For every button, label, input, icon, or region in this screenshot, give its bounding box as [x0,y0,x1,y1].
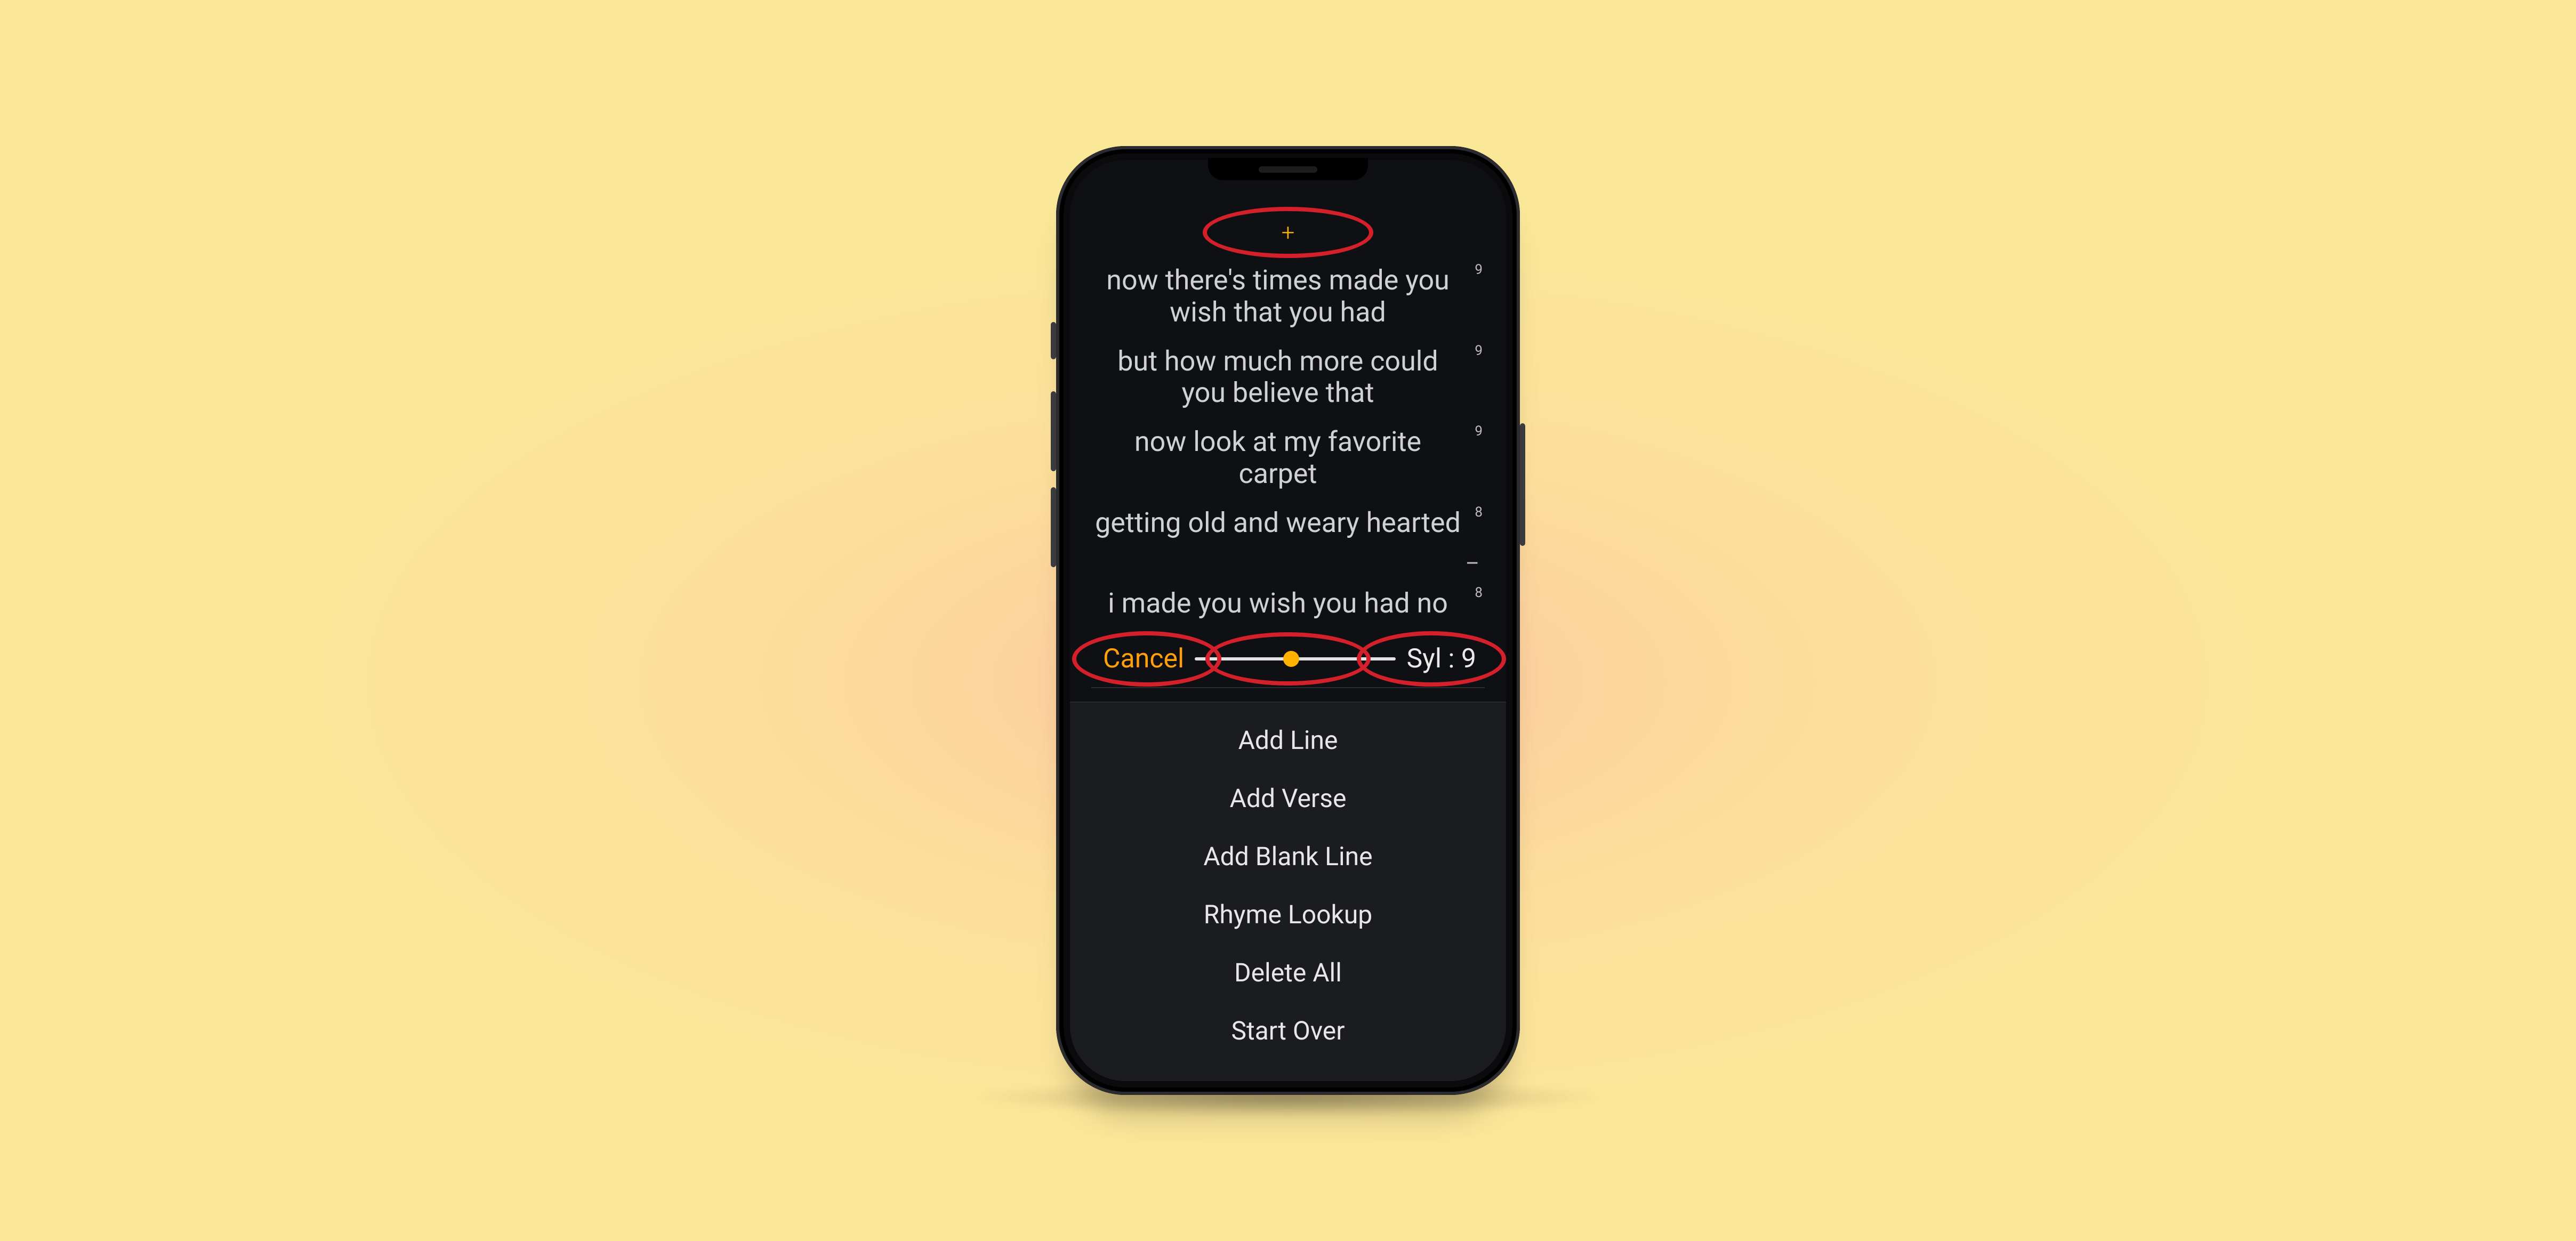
lyric-text: now there's times made you wish that you… [1106,264,1450,328]
lyric-syllable-count: 9 [1475,343,1483,359]
power-button [1520,423,1525,546]
blank-line-marker[interactable]: – [1082,547,1494,579]
syllable-slider[interactable] [1195,647,1396,671]
app-screen: + now there's times made you wish that y… [1070,160,1506,1081]
lyric-syllable-count: 8 [1475,505,1483,521]
menu-item-add-blank-line[interactable]: Add Blank Line [1070,827,1506,885]
menu-item-add-line[interactable]: Add Line [1070,711,1506,769]
action-sheet: Add Line Add Verse Add Blank Line Rhyme … [1070,702,1506,1081]
lyric-line[interactable]: i made you wish you had no 8 [1082,579,1494,628]
lyric-line[interactable]: now look at my favorite carpet 9 [1082,417,1494,498]
lyric-line[interactable]: but how much more could you believe that… [1082,337,1494,418]
menu-item-start-over[interactable]: Start Over [1070,1002,1506,1060]
cancel-button[interactable]: Cancel [1103,643,1184,674]
lyric-line[interactable]: now there's times made you wish that you… [1082,256,1494,337]
lyric-syllable-count: 8 [1475,585,1483,601]
plus-icon: + [1282,221,1295,244]
syllable-control-row: Cancel Syl : 9 [1082,630,1494,688]
syllable-count-label: Syl : 9 [1406,643,1476,674]
lyric-text: i made you wish you had no [1108,587,1448,619]
lyric-text: now look at my favorite carpet [1134,425,1421,490]
slider-thumb[interactable] [1283,651,1299,667]
phone-notch [1208,158,1368,180]
phone-stage: + now there's times made you wish that y… [1056,146,1520,1095]
lyric-line[interactable]: getting old and weary hearted 8 [1082,498,1494,547]
menu-item-add-verse[interactable]: Add Verse [1070,769,1506,827]
add-line-row[interactable]: + [1082,219,1494,246]
volume-up-button [1051,391,1056,471]
menu-item-rhyme-lookup[interactable]: Rhyme Lookup [1070,885,1506,944]
lyric-syllable-count: 9 [1475,424,1483,440]
lyric-syllable-count: 9 [1475,262,1483,278]
dash-icon: – [1466,551,1479,576]
lyrics-area: + now there's times made you wish that y… [1070,160,1506,688]
mute-switch [1051,322,1056,359]
phone-frame: + now there's times made you wish that y… [1056,146,1520,1095]
lyric-text: getting old and weary hearted [1095,506,1461,539]
menu-item-delete-all[interactable]: Delete All [1070,944,1506,1002]
lyric-text: but how much more could you believe that [1117,345,1438,409]
volume-down-button [1051,487,1056,567]
